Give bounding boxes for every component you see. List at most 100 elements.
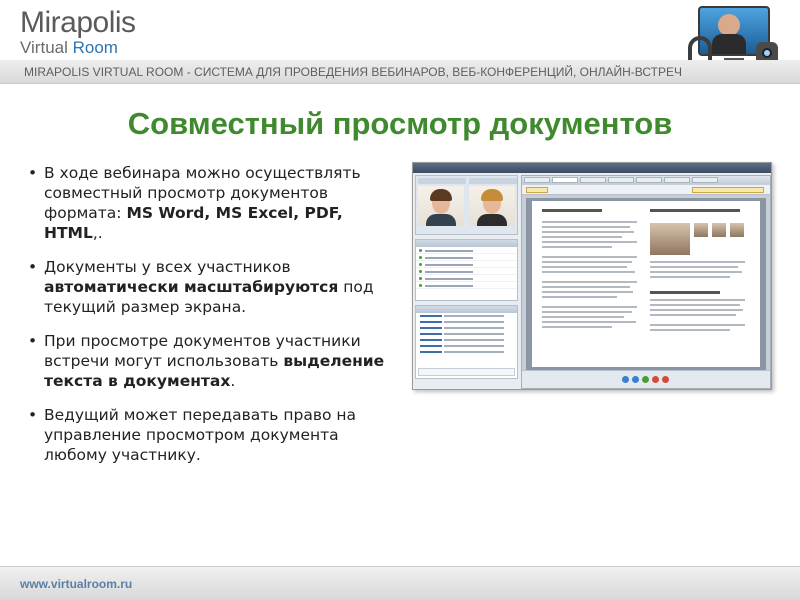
participant-row[interactable] (416, 275, 517, 282)
video-panel (415, 175, 518, 235)
last-page-button[interactable] (662, 376, 669, 383)
doc-line (650, 271, 742, 273)
doc-heading (650, 209, 740, 212)
doc-line (542, 241, 637, 243)
feature-item: При просмотре документов участники встре… (28, 331, 396, 391)
chat-author (420, 327, 442, 329)
website-link[interactable]: www.virtualroom.ru (20, 577, 132, 591)
doc-line (542, 221, 637, 223)
chat-text (444, 327, 504, 329)
document-page[interactable] (532, 201, 760, 367)
tagline: MIRAPOLIS VIRTUAL ROOM - СИСТЕМА ДЛЯ ПРО… (24, 65, 683, 79)
doc-line (542, 231, 634, 233)
doc-line (542, 321, 636, 323)
footer: www.virtualroom.ru (0, 566, 800, 600)
participant-row[interactable] (416, 261, 517, 268)
viewer-tab[interactable] (524, 177, 550, 183)
open-document-button[interactable] (526, 187, 548, 193)
row-line (425, 264, 473, 266)
doc-avatar-image (712, 223, 726, 237)
participant-row[interactable] (416, 247, 517, 254)
doc-heading (542, 209, 602, 212)
viewer-tab[interactable] (608, 177, 634, 183)
row-line (425, 271, 473, 273)
feature-item: В ходе вебинара можно осуществлять совме… (28, 163, 396, 243)
participant-row[interactable] (416, 254, 517, 261)
viewer-tab-documents[interactable] (552, 177, 578, 183)
doc-line (542, 296, 617, 298)
logo-sub-text: Virtual Room (20, 39, 136, 57)
doc-line (542, 266, 627, 268)
app-screenshot (412, 162, 772, 390)
doc-line (650, 314, 736, 316)
doc-line (542, 326, 612, 328)
chat-author (420, 339, 442, 341)
doc-line (542, 226, 630, 228)
chat-text (444, 339, 504, 341)
prev-page-button[interactable] (632, 376, 639, 383)
viewer-tab[interactable] (692, 177, 718, 183)
video-label (418, 178, 466, 184)
doc-line (650, 276, 730, 278)
chat-author (420, 345, 442, 347)
presenter-head (718, 14, 740, 36)
document-viewer (521, 175, 771, 389)
doc-line (650, 329, 730, 331)
doc-line (542, 271, 635, 273)
feature-text-end: ,. (92, 224, 103, 242)
participant-video (469, 186, 515, 226)
status-dot (419, 270, 422, 273)
status-dot (419, 284, 422, 287)
participant-row[interactable] (416, 268, 517, 275)
sync-view-button[interactable] (692, 187, 764, 193)
viewer-tab[interactable] (580, 177, 606, 183)
viewer-tabs (522, 176, 770, 184)
doc-line (542, 281, 637, 283)
doc-line (542, 246, 612, 248)
chat-author (420, 321, 442, 323)
participant-row[interactable] (416, 282, 517, 289)
chat-author (420, 333, 442, 335)
person-hair (481, 189, 503, 201)
doc-line (650, 304, 740, 306)
doc-line (650, 309, 743, 311)
row-line (425, 257, 473, 259)
video-label (469, 178, 517, 184)
sync-button[interactable] (642, 376, 649, 383)
viewer-toolbar (522, 185, 770, 195)
logo-main-text: Mirapolis (20, 6, 136, 39)
doc-line (542, 316, 624, 318)
feature-bold: автоматически масштабируются (44, 278, 339, 296)
header: Mirapolis Virtual Room MIRAPOLIS VIRTUAL… (0, 0, 800, 90)
doc-line (650, 261, 745, 263)
doc-line (542, 311, 632, 313)
feature-text: Ведущий может передавать право на управл… (44, 406, 356, 464)
viewer-tab[interactable] (664, 177, 690, 183)
next-page-button[interactable] (652, 376, 659, 383)
chat-text (444, 321, 504, 323)
logo-sub-prefix: Virtual (20, 38, 73, 57)
feature-text-end: . (230, 372, 236, 390)
mirapolis-logo[interactable]: Mirapolis Virtual Room (20, 8, 136, 57)
viewer-tab[interactable] (636, 177, 662, 183)
doc-screenshot-image (650, 223, 690, 255)
chat-author (420, 351, 442, 353)
row-line (425, 285, 473, 287)
status-dot (419, 277, 422, 280)
doc-heading (650, 291, 720, 294)
doc-line (542, 306, 637, 308)
chat-input[interactable] (418, 368, 515, 376)
app-left-panel (415, 175, 518, 389)
status-dot (419, 249, 422, 252)
chat-text (444, 351, 504, 353)
chat-message (416, 349, 517, 355)
person-body (426, 214, 456, 226)
first-page-button[interactable] (622, 376, 629, 383)
row-line (425, 278, 473, 280)
feature-list: В ходе вебинара можно осуществлять совме… (28, 163, 396, 479)
chat-text (444, 315, 504, 317)
feature-item: Ведущий может передавать право на управл… (28, 405, 396, 465)
row-line (425, 250, 473, 252)
chat-panel (415, 305, 518, 379)
doc-avatar-image (694, 223, 708, 237)
